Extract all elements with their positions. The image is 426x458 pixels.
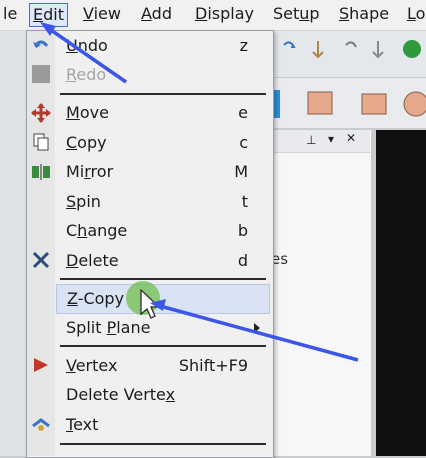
toolbar-icons <box>283 40 421 59</box>
menu-item-z-copy[interactable]: Z-Copy <box>56 284 270 314</box>
redo-icon <box>32 65 50 83</box>
text-icon <box>32 418 50 431</box>
close-icon[interactable]: ✕ <box>346 131 356 145</box>
left-toolbar <box>0 31 27 456</box>
menu-separator <box>60 443 266 445</box>
menubar: le Edit View Add Display Setup Shape Lo <box>0 0 426 31</box>
menu-item-undo[interactable]: Undo z <box>56 32 268 60</box>
side-panel <box>270 130 371 456</box>
shortcut-vertex: Shift+F9 <box>178 356 248 375</box>
menu-item-delete-vertex[interactable]: Delete Vertex <box>56 381 268 409</box>
pin-icon[interactable]: ⊥ <box>306 133 316 147</box>
menu-edit[interactable]: Edit <box>29 3 68 27</box>
menu-lo[interactable]: Lo <box>404 3 426 25</box>
menu-item-mirror[interactable]: Mirror M <box>56 158 268 186</box>
menu-file[interactable]: le <box>0 3 20 25</box>
shortcut-change: b <box>237 221 248 240</box>
menu-item-text[interactable]: Text <box>56 411 268 439</box>
menu-setup[interactable]: Setup <box>270 3 323 25</box>
menu-shape[interactable]: Shape <box>336 3 392 25</box>
shortcut-undo: z <box>239 36 248 55</box>
menu-icon-gutter <box>27 31 55 456</box>
dropdown-icon[interactable]: ▾ <box>328 132 334 146</box>
menu-view[interactable]: View <box>80 3 124 25</box>
shape-icons <box>272 90 426 118</box>
menu-display[interactable]: Display <box>192 3 257 25</box>
menu-item-redo[interactable]: Redo <box>56 61 268 89</box>
menu-separator <box>60 345 266 347</box>
delete-icon <box>32 251 50 269</box>
undo-icon <box>33 40 49 48</box>
menu-add[interactable]: Add <box>138 3 175 25</box>
copy-icon <box>33 133 49 151</box>
menu-item-spin[interactable]: Spin t <box>56 188 268 216</box>
move-icon <box>31 103 51 123</box>
shortcut-spin: t <box>241 192 248 211</box>
menu-separator <box>60 93 266 95</box>
shortcut-copy: c <box>239 133 248 152</box>
menu-item-change[interactable]: Change b <box>56 217 268 245</box>
menu-separator <box>60 278 266 280</box>
viewport[interactable] <box>376 130 426 456</box>
panel-header: ⊥ ▾ ✕ <box>270 130 370 153</box>
submenu-arrow-icon <box>254 323 260 333</box>
menu-item-copy[interactable]: Copy c <box>56 129 268 157</box>
top-toolbar <box>270 31 426 77</box>
menu-item-move[interactable]: Move e <box>56 99 268 127</box>
shortcut-move: e <box>238 103 248 122</box>
menu-item-delete[interactable]: Delete d <box>56 247 268 275</box>
menu-item-split-plane[interactable]: Split Plane <box>56 314 268 342</box>
shortcut-delete: d <box>237 251 248 270</box>
mirror-icon <box>32 164 50 180</box>
shortcut-mirror: M <box>234 162 248 181</box>
vertex-icon <box>34 358 48 372</box>
menu-item-vertex[interactable]: Vertex Shift+F9 <box>56 352 268 380</box>
shape-toolbar <box>270 78 426 128</box>
